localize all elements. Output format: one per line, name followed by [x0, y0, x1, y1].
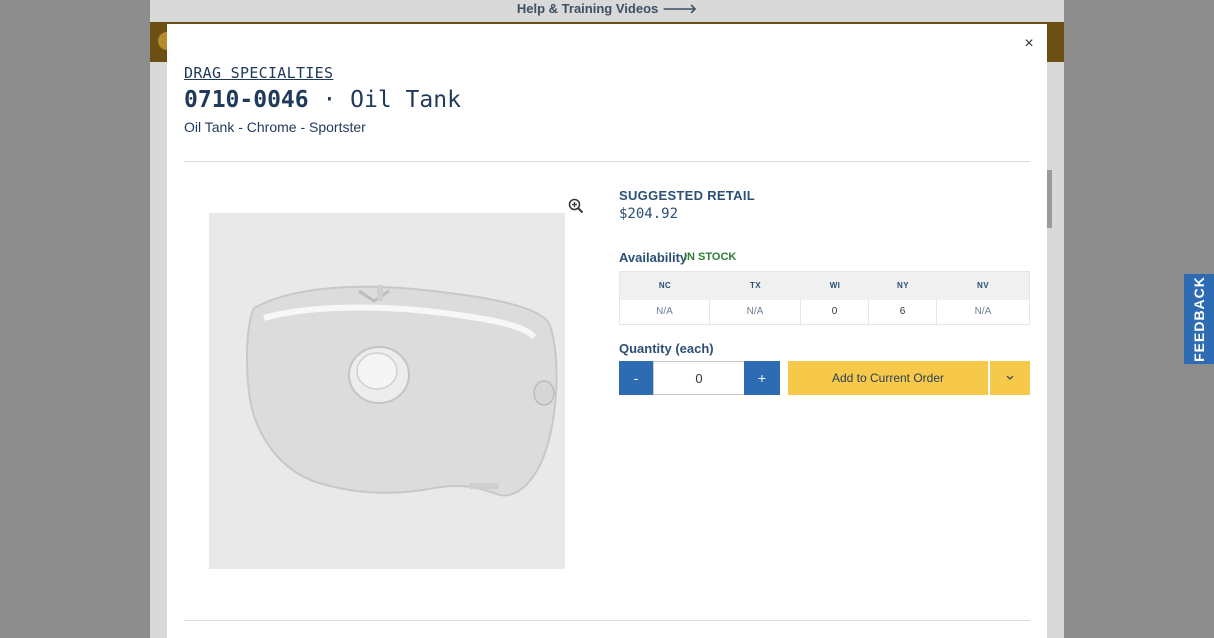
chevron-down-icon — [1006, 375, 1014, 380]
part-number: 0710-0046 — [184, 87, 309, 113]
divider — [184, 161, 1030, 162]
feedback-label: FEEDBACK — [1191, 276, 1207, 362]
warehouse-qty: 0 — [801, 300, 869, 324]
warehouse-header: TX — [749, 281, 762, 290]
help-training-link[interactable]: Help & Training Videos 🡒 — [0, 0, 1214, 18]
availability-label: Availability — [619, 250, 688, 265]
warehouse-qty: N/A — [710, 300, 801, 324]
warehouse-qty: N/A — [620, 300, 710, 324]
product-description: Oil Tank - Chrome - Sportster — [184, 119, 366, 135]
close-icon[interactable]: × — [1021, 36, 1037, 52]
decrease-quantity-button[interactable]: - — [619, 361, 653, 395]
increase-quantity-button[interactable]: + — [744, 361, 780, 395]
warehouse-stock-table: NC TX WI NY NV N/A N/A 0 6 N/A — [619, 271, 1030, 325]
product-title: 0710-0046 · Oil Tank — [184, 87, 461, 113]
warehouse-header: NC — [658, 281, 672, 290]
product-modal: × DRAG SPECIALTIES 0710-0046 · Oil Tank … — [167, 24, 1047, 638]
warehouse-qty: 6 — [869, 300, 937, 324]
warehouse-header: NV — [977, 281, 989, 290]
brand-link[interactable]: DRAG SPECIALTIES — [184, 64, 333, 82]
warehouse-header: WI — [829, 281, 841, 290]
order-options-dropdown[interactable] — [990, 361, 1030, 395]
suggested-retail-label: SUGGESTED RETAIL — [619, 188, 756, 203]
warehouse-qty: N/A — [937, 300, 1029, 324]
divider — [184, 620, 1030, 621]
quantity-input[interactable] — [653, 361, 745, 395]
stock-status-badge: IN STOCK — [684, 251, 737, 263]
product-name: Oil Tank — [350, 87, 461, 113]
feedback-tab[interactable]: FEEDBACK — [1184, 274, 1214, 364]
title-separator: · — [308, 87, 351, 113]
quantity-label: Quantity (each) — [619, 341, 714, 356]
help-link-label: Help & Training Videos — [516, 1, 659, 16]
magnifier-plus-icon[interactable] — [568, 198, 584, 214]
add-to-current-order-button[interactable]: Add to Current Order — [788, 361, 988, 395]
product-image[interactable] — [209, 213, 565, 569]
warehouse-header: NY — [897, 281, 909, 290]
suggested-retail-price: $204.92 — [619, 206, 679, 222]
arrow-right-icon: 🡒 — [662, 1, 698, 16]
